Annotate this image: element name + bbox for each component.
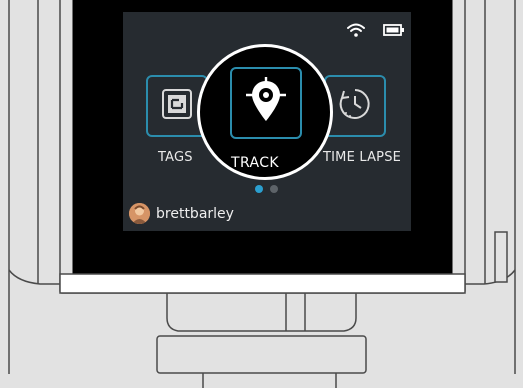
avatar bbox=[129, 203, 150, 224]
page-dot[interactable] bbox=[270, 185, 278, 193]
user-account[interactable]: brettbarley bbox=[129, 203, 234, 224]
tag-frame-icon bbox=[160, 87, 194, 125]
device-illustration: TAGS TIME LAPSE TRACK brettbarley bbox=[0, 0, 523, 388]
track-label: TRACK bbox=[231, 155, 279, 171]
page-dot-active[interactable] bbox=[255, 185, 263, 193]
clock-timer-icon bbox=[337, 86, 373, 126]
track-tile[interactable] bbox=[230, 67, 302, 139]
tags-label: TAGS bbox=[158, 150, 193, 165]
time-lapse-tile[interactable] bbox=[324, 75, 386, 137]
status-bar bbox=[347, 18, 405, 42]
page-indicator bbox=[255, 185, 278, 193]
device-screen: TAGS TIME LAPSE TRACK brettbarley bbox=[123, 12, 411, 231]
time-lapse-label: TIME LAPSE bbox=[323, 150, 402, 165]
location-pin-icon bbox=[244, 77, 288, 129]
wifi-icon bbox=[347, 23, 365, 38]
username: brettbarley bbox=[156, 205, 234, 222]
battery-icon bbox=[383, 24, 405, 36]
